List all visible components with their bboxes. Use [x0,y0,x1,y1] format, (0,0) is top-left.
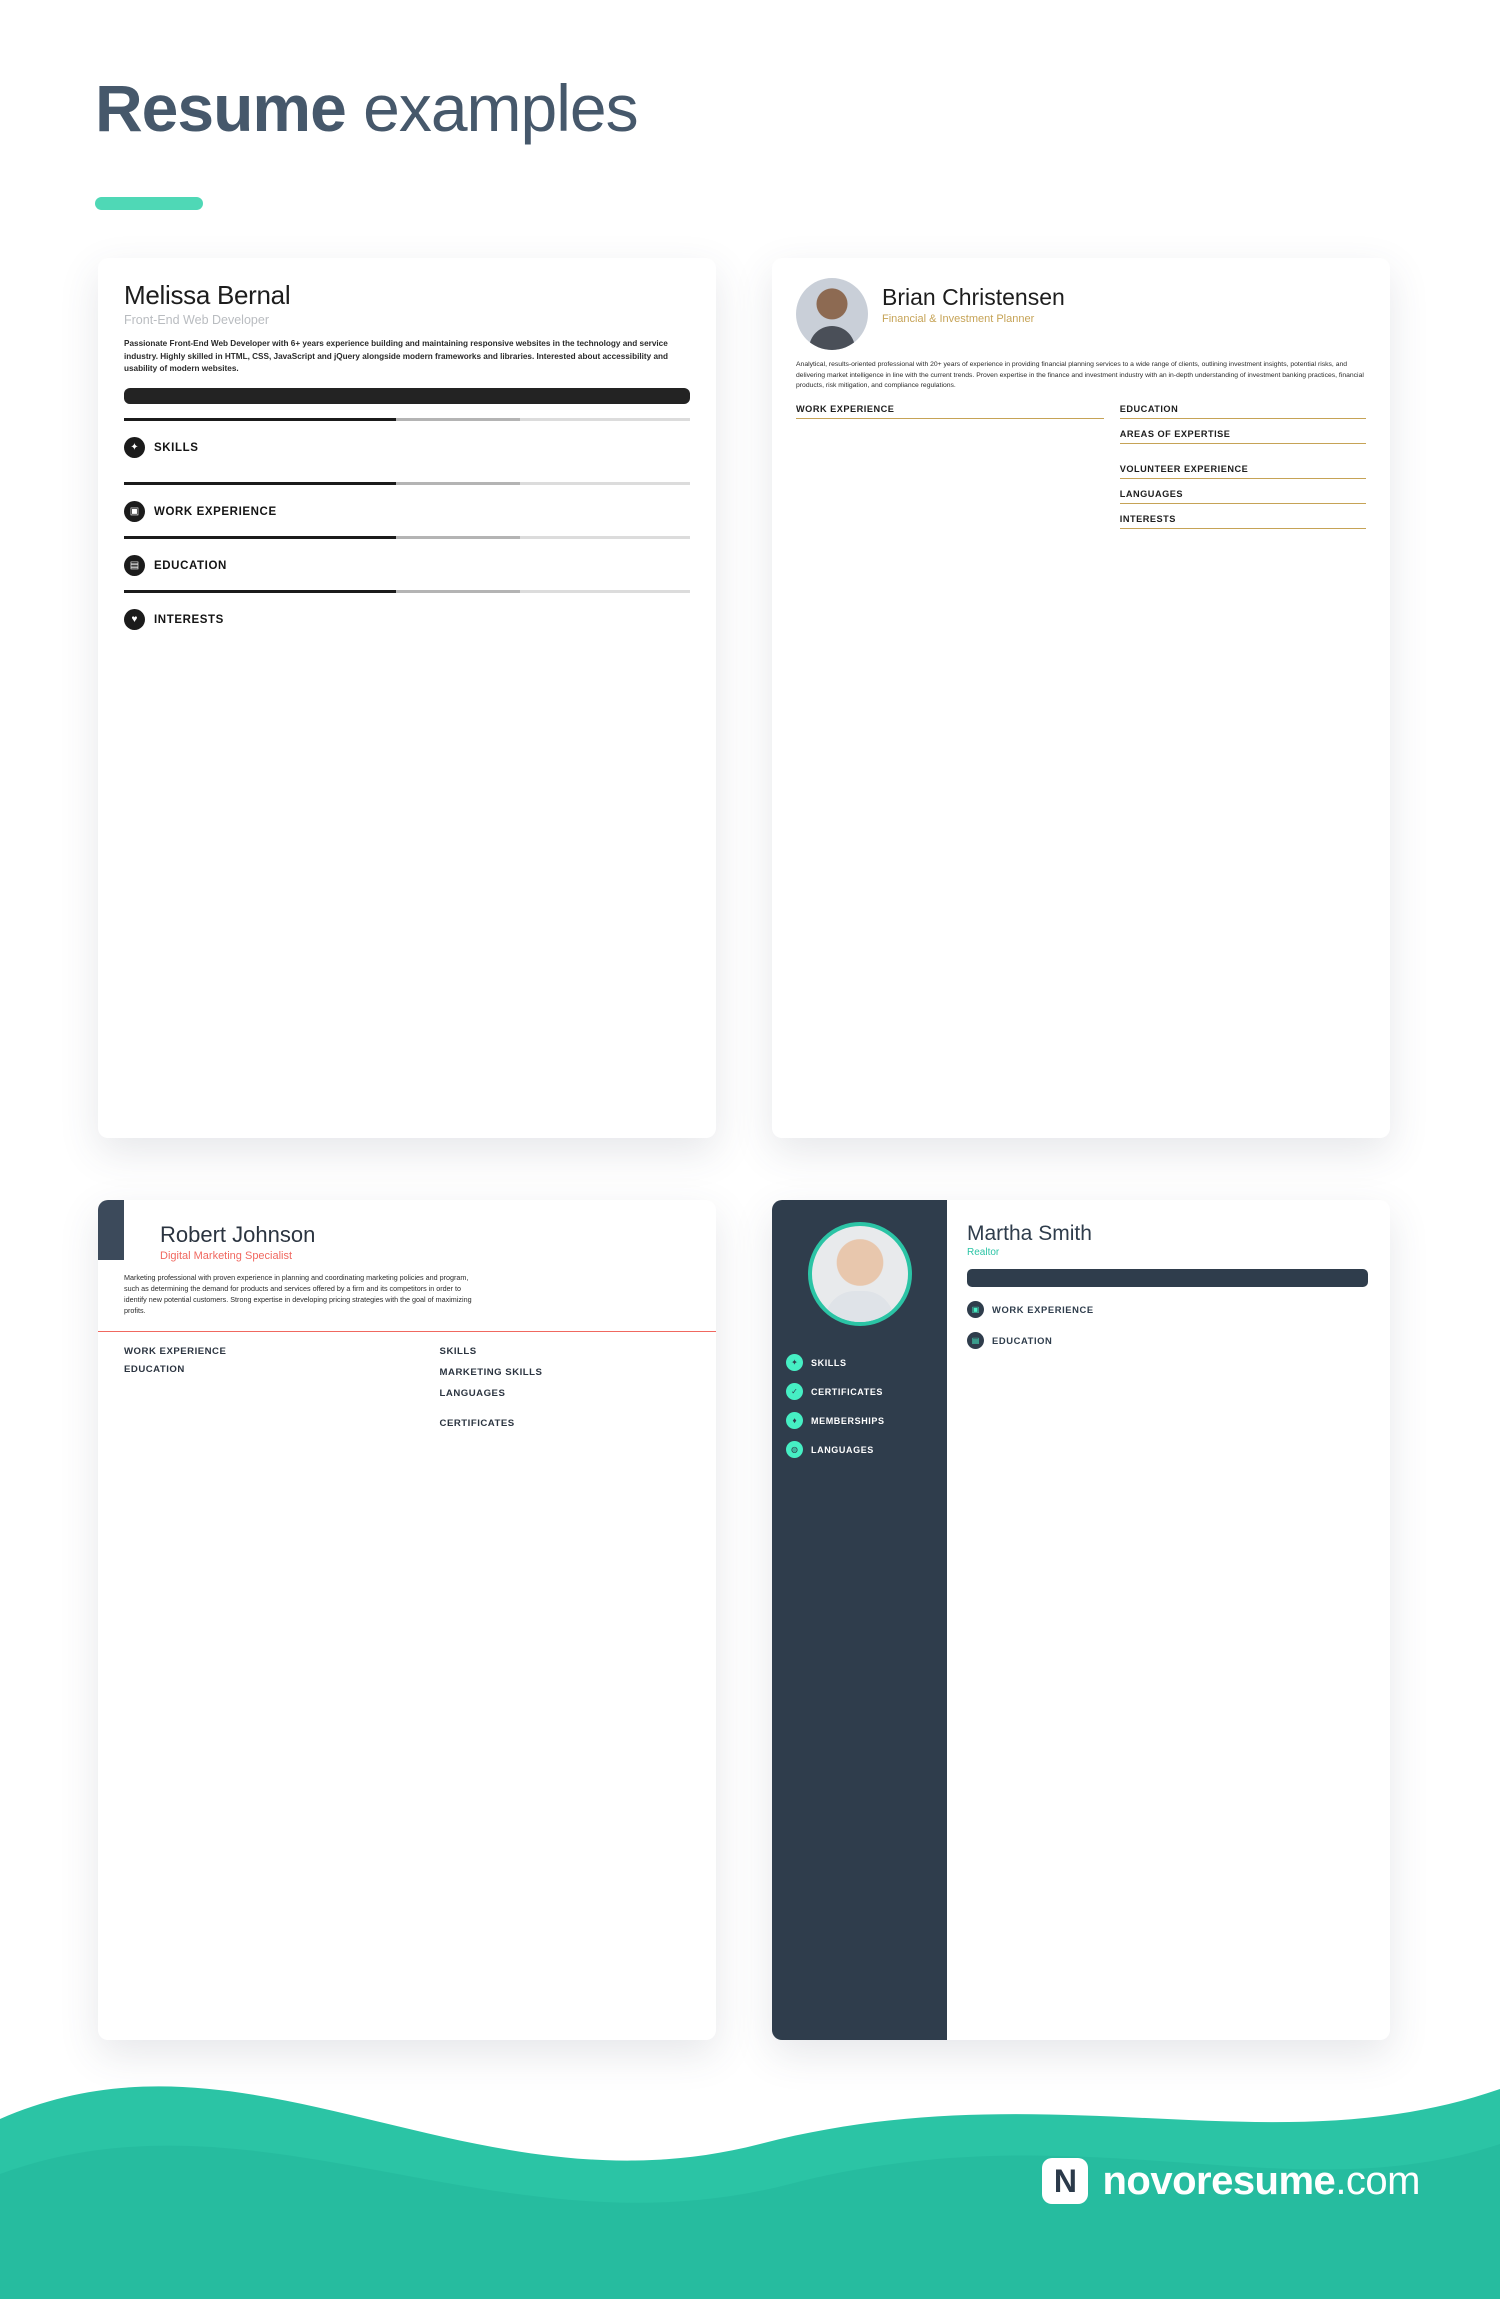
brian-work-title: WORK EXPERIENCE [796,403,895,414]
brian-education-title: EDUCATION [1119,403,1179,414]
brand-logo-group: N novoresume.com [1042,2158,1420,2204]
robert-certificates-title: CERTIFICATES [439,1417,515,1429]
martha-certificates-title: CERTIFICATES [811,1386,884,1397]
novoresume-logo-icon: N [1042,2158,1089,2204]
page-title-light: examples [345,71,638,145]
resume-card-brian[interactable]: Brian Christensen Financial & Investment… [772,258,1390,1138]
martha-work-title: WORK EXPERIENCE [992,1304,1094,1315]
robert-role: Digital Marketing Specialist [160,1250,293,1262]
section-divider [124,590,690,594]
section-rule [1119,477,1366,479]
melissa-work-title: WORK EXPERIENCE [154,505,277,518]
robert-name: Robert Johnson [160,1222,316,1247]
briefcase-icon: ▣ [124,501,145,523]
martha-skills-header: ✦ SKILLS [786,1354,933,1371]
robert-work-title: WORK EXPERIENCE [124,1345,227,1357]
robert-languages-title: LANGUAGES [439,1387,506,1399]
resume-card-martha[interactable]: ✦ SKILLS ✓ CERTIFICATES ♦ MEMBERSHIPS ◍ … [772,1200,1390,2040]
brian-name: Brian Christensen [882,284,1065,310]
title-underline-bar [95,197,203,210]
brian-role: Financial & Investment Planner [882,313,1035,325]
brian-avatar [796,278,868,350]
section-rule [796,417,1104,419]
melissa-skills-title: SKILLS [154,441,199,454]
heart-icon: ♥ [124,609,145,631]
robert-education-title: EDUCATION [124,1363,185,1375]
page-title: Resume examples [95,70,639,146]
martha-education-title: EDUCATION [992,1335,1053,1346]
melissa-contact-bar [124,388,690,405]
brand-text: novoresume.com [1102,2159,1420,2204]
brian-summary: Analytical, results-oriented professiona… [796,361,1364,390]
martha-languages-header: ◍ LANGUAGES [786,1441,933,1458]
resume-card-melissa[interactable]: Melissa Bernal Front-End Web Developer P… [98,258,716,1138]
martha-education-header: ▤ EDUCATION [967,1332,1368,1349]
section-rule [1119,527,1366,529]
melissa-skills-header: ✦ SKILLS [124,437,690,459]
martha-memberships-title: MEMBERSHIPS [811,1415,885,1426]
graduation-icon: ▤ [124,555,145,577]
martha-memberships-header: ♦ MEMBERSHIPS [786,1412,933,1429]
page-title-bold: Resume [95,71,347,145]
section-divider [124,536,690,540]
skills-icon: ✦ [124,437,145,459]
certificate-icon: ✓ [786,1383,803,1400]
martha-avatar-wrap [786,1200,933,1342]
martha-certificates-header: ✓ CERTIFICATES [786,1383,933,1400]
section-rule [1119,417,1366,419]
brian-interests-title: INTERESTS [1119,513,1176,524]
robert-marketing-title: MARKETING SKILLS [439,1366,543,1378]
brian-languages-title: LANGUAGES [1119,488,1183,499]
melissa-education-title: EDUCATION [154,559,227,572]
melissa-interests-header: ♥ INTERESTS [124,609,690,631]
martha-languages-title: LANGUAGES [811,1444,874,1455]
robert-skills-title: SKILLS [439,1345,477,1357]
globe-icon: ◍ [786,1441,803,1458]
skills-icon: ✦ [786,1354,803,1371]
section-rule [1119,502,1366,504]
melissa-work-header: ▣ WORK EXPERIENCE [124,501,690,523]
section-divider [124,482,690,486]
briefcase-icon: ▣ [967,1301,984,1318]
graduation-icon: ▤ [967,1332,984,1349]
brand-name: novoresume [1102,2158,1336,2203]
martha-name: Martha Smith [967,1222,1092,1245]
martha-role: Realtor [967,1247,1000,1258]
martha-avatar [807,1222,912,1326]
martha-work-header: ▣ WORK EXPERIENCE [967,1301,1368,1318]
melissa-interests-title: INTERESTS [154,613,224,626]
robert-summary: Marketing professional with proven exper… [124,1273,472,1316]
martha-contact-bar [967,1269,1368,1287]
martha-skills-title: SKILLS [811,1357,847,1368]
brian-aoe-title: AREAS OF EXPERTISE [1119,428,1231,439]
members-icon: ♦ [786,1412,803,1429]
brand-tld: .com [1335,2158,1420,2203]
resume-card-robert[interactable]: Robert Johnson Digital Marketing Special… [98,1200,716,2040]
melissa-name: Melissa Bernal [124,280,291,310]
melissa-summary: Passionate Front-End Web Developer with … [124,339,669,374]
header-accent-block [98,1200,124,1260]
melissa-role: Front-End Web Developer [124,313,269,327]
section-divider [124,418,690,422]
brian-volunteer-title: VOLUNTEER EXPERIENCE [1119,463,1249,474]
martha-sidebar: ✦ SKILLS ✓ CERTIFICATES ♦ MEMBERSHIPS ◍ … [772,1200,947,2040]
melissa-education-header: ▤ EDUCATION [124,555,690,577]
section-rule [1119,442,1366,444]
